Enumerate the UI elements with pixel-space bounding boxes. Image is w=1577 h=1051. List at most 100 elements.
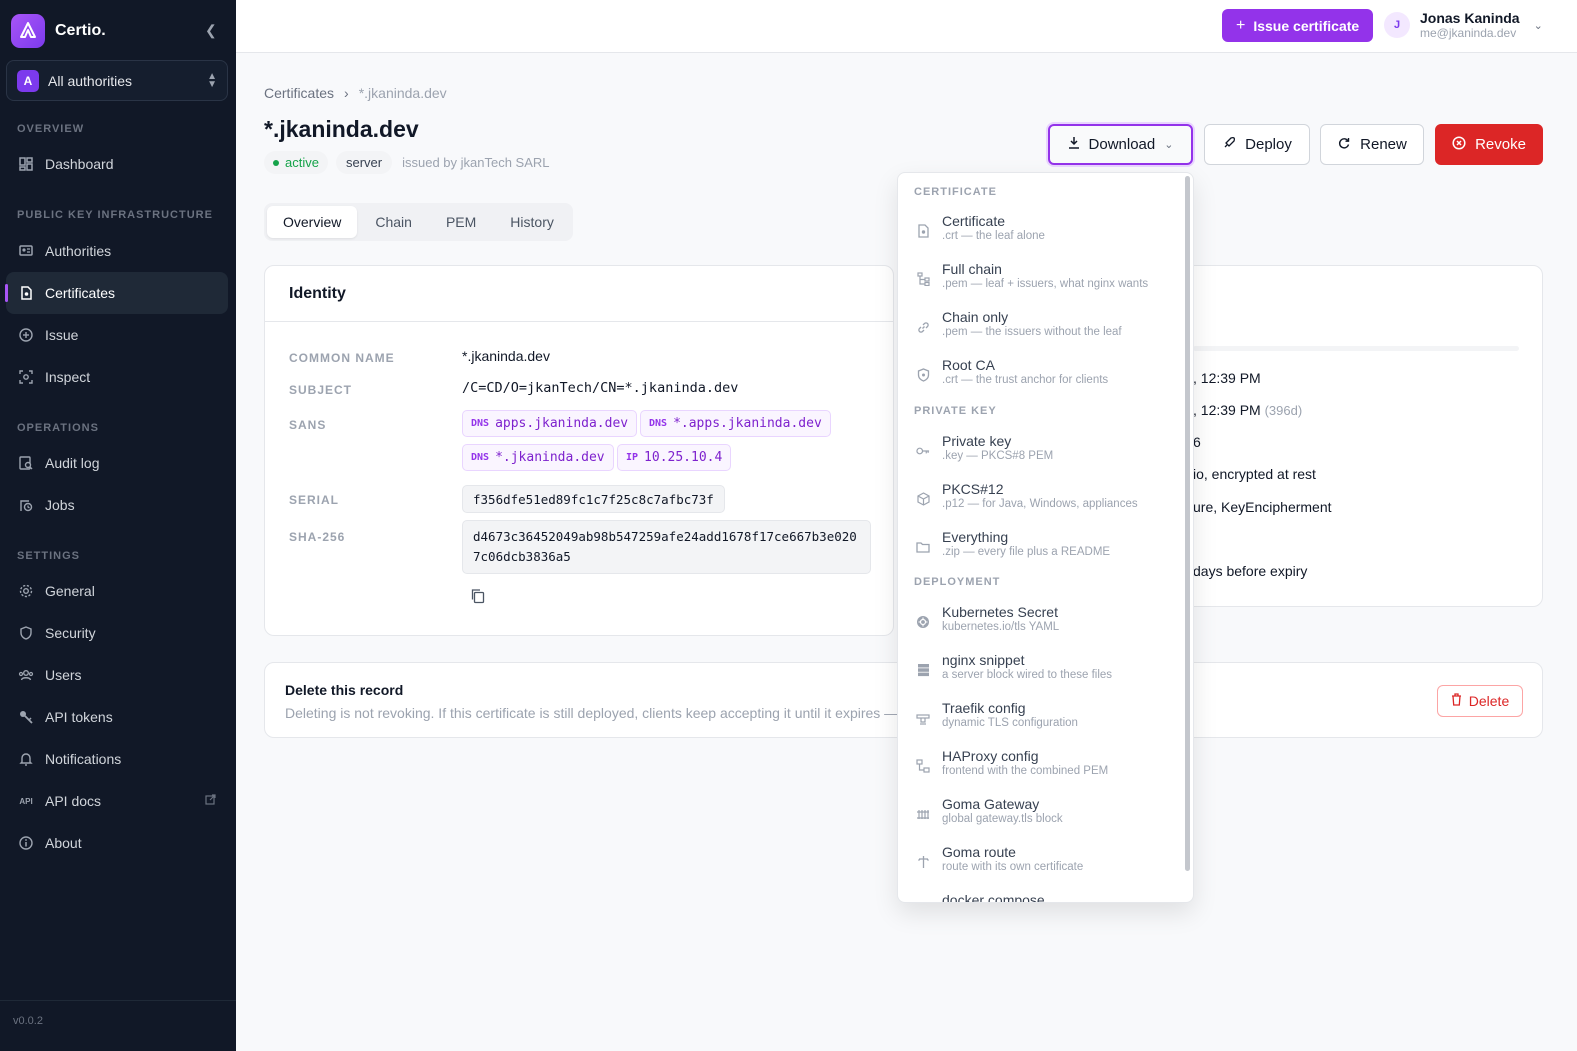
brand[interactable]: Certio. bbox=[11, 14, 106, 48]
identity-card: Identity COMMON NAME *.jkaninda.dev SUBJ… bbox=[264, 265, 894, 636]
gateway-icon bbox=[916, 807, 930, 821]
menu-item-traefik-config[interactable]: Traefik config dynamic TLS configuration bbox=[904, 698, 1181, 742]
sidebar-item-security[interactable]: Security bbox=[6, 612, 228, 654]
menu-item-root-ca[interactable]: Root CA .crt — the trust anchor for clien… bbox=[904, 355, 1181, 399]
certificate-meta: active server issued by jkanTech SARL bbox=[264, 151, 550, 174]
identity-heading: Identity bbox=[265, 266, 893, 322]
chevron-down-icon: ⌄ bbox=[1533, 19, 1543, 32]
folder-icon bbox=[916, 540, 930, 554]
bell-icon bbox=[18, 751, 34, 767]
sidebar-item-authorities[interactable]: Authorities bbox=[6, 230, 228, 272]
tab-overview[interactable]: Overview bbox=[267, 206, 358, 238]
revoke-button[interactable]: Revoke bbox=[1435, 124, 1543, 165]
package-icon bbox=[916, 492, 930, 506]
deploy-button[interactable]: Deploy bbox=[1204, 124, 1310, 165]
sidebar-item-issue[interactable]: Issue bbox=[6, 314, 228, 356]
sidebar-item-about[interactable]: About bbox=[6, 822, 228, 864]
sidebar-item-label: Issue bbox=[45, 327, 79, 343]
tab-history[interactable]: History bbox=[494, 206, 570, 238]
sidebar-item-users[interactable]: Users bbox=[6, 654, 228, 696]
sidebar-item-api-docs[interactable]: API API docs bbox=[6, 780, 228, 822]
menu-item-chain-only[interactable]: Chain only .pem — the issuers without the… bbox=[904, 307, 1181, 351]
issue-certificate-button[interactable]: + Issue certificate bbox=[1222, 9, 1374, 42]
download-label: Download bbox=[1088, 136, 1156, 153]
menu-item-goma-gateway[interactable]: Goma Gateway global gateway.tls block bbox=[904, 794, 1181, 838]
menu-item-goma-route[interactable]: Goma route route with its own certificate bbox=[904, 842, 1181, 886]
status-label: active bbox=[285, 155, 319, 170]
sha256-label: SHA-256 bbox=[289, 530, 346, 544]
subject-label: SUBJECT bbox=[289, 383, 353, 397]
renew-button[interactable]: Renew bbox=[1320, 124, 1424, 165]
delete-label: Delete bbox=[1468, 693, 1510, 709]
sidebar-item-general[interactable]: General bbox=[6, 570, 228, 612]
certificate-file-icon bbox=[916, 224, 930, 238]
sidebar-item-label: API tokens bbox=[45, 709, 113, 725]
server-icon bbox=[916, 663, 930, 677]
info-icon bbox=[18, 835, 34, 851]
menu-item-certificate[interactable]: Certificate .crt — the leaf alone bbox=[904, 211, 1181, 255]
sidebar-item-certificates[interactable]: Certificates bbox=[5, 272, 228, 314]
sidebar-item-jobs[interactable]: Jobs bbox=[6, 484, 228, 526]
menu-item-docker-compose[interactable]: docker compose bbox=[904, 890, 1181, 902]
network-icon bbox=[916, 759, 930, 773]
copy-icon[interactable] bbox=[470, 588, 486, 607]
menu-item-full-chain[interactable]: Full chain .pem — leaf + issuers, what ng… bbox=[904, 259, 1181, 303]
menu-item-kubernetes-secret[interactable]: Kubernetes Secret kubernetes.io/tls YAML bbox=[904, 602, 1181, 646]
app-version: v0.0.2 bbox=[13, 1015, 43, 1027]
tab-pem[interactable]: PEM bbox=[430, 206, 492, 238]
validity-card: , 12:39 PM , 12:39 PM (396d) 6 io, encry… bbox=[1170, 265, 1543, 607]
renew-label: Renew bbox=[1360, 136, 1407, 153]
menu-item-everything[interactable]: Everything .zip — every file plus a READM… bbox=[904, 527, 1181, 571]
breadcrumb-certificates[interactable]: Certificates bbox=[264, 85, 334, 101]
tab-chain[interactable]: Chain bbox=[359, 206, 428, 238]
inspect-icon bbox=[18, 369, 34, 385]
router-icon bbox=[916, 711, 930, 725]
sidebar-item-label: About bbox=[45, 835, 82, 851]
menu-scrollbar[interactable] bbox=[1185, 176, 1190, 871]
sidebar-item-label: Audit log bbox=[45, 455, 100, 471]
menu-section-private-key: PRIVATE KEY bbox=[914, 405, 997, 417]
collapse-sidebar-icon[interactable]: ❮ bbox=[205, 22, 217, 39]
authority-selector[interactable]: A All authorities ▲ ▼ bbox=[6, 60, 228, 101]
menu-item-haproxy-config[interactable]: HAProxy config frontend with the combined… bbox=[904, 746, 1181, 790]
gear-icon bbox=[18, 583, 34, 599]
sidebar-item-label: API docs bbox=[45, 793, 102, 809]
breadcrumb: Certificates › *.jkaninda.dev bbox=[264, 85, 447, 101]
issuer-text: issued by jkanTech SARL bbox=[402, 155, 550, 170]
sidebar-item-inspect[interactable]: Inspect bbox=[6, 356, 228, 398]
san-chip: DNS *.jkaninda.dev bbox=[462, 444, 614, 471]
menu-item-private-key[interactable]: Private key .key — PKCS#8 PEM bbox=[904, 431, 1181, 475]
sidebar-item-audit-log[interactable]: Audit log bbox=[6, 442, 228, 484]
serial-value: f356dfe51ed89fc1c7f25c8c7afbc73f bbox=[462, 485, 725, 513]
chevron-updown-icon: ▲ ▼ bbox=[207, 70, 217, 90]
download-icon bbox=[1068, 136, 1080, 153]
authority-selector-label: All authorities bbox=[48, 72, 133, 89]
chain-tree-icon bbox=[916, 272, 930, 286]
user-name: Jonas Kaninda bbox=[1420, 10, 1520, 26]
menu-item-pkcs12[interactable]: PKCS#12 .p12 — for Java, Windows, applian… bbox=[904, 479, 1181, 523]
certio-logo-icon bbox=[11, 14, 45, 48]
sidebar-item-label: Users bbox=[45, 667, 82, 683]
shield-icon bbox=[916, 368, 930, 382]
status-badge: active bbox=[264, 151, 328, 174]
delete-button[interactable]: Delete bbox=[1437, 685, 1523, 717]
sha256-value: d4673c36452049ab98b547259afe24add1678f17… bbox=[462, 520, 871, 574]
sidebar-item-dashboard[interactable]: Dashboard bbox=[6, 143, 228, 185]
revoke-label: Revoke bbox=[1475, 136, 1526, 153]
user-menu[interactable]: J Jonas Kaninda me@jkaninda.dev ⌄ bbox=[1384, 10, 1543, 40]
menu-section-certificate: CERTIFICATE bbox=[914, 186, 997, 198]
jobs-icon bbox=[18, 497, 34, 513]
topbar: + Issue certificate J Jonas Kaninda me@j… bbox=[236, 0, 1577, 53]
delete-title: Delete this record bbox=[285, 682, 404, 698]
breadcrumb-current: *.jkaninda.dev bbox=[358, 85, 447, 101]
sidebar-item-notifications[interactable]: Notifications bbox=[6, 738, 228, 780]
kubernetes-icon bbox=[916, 615, 930, 629]
menu-item-nginx-snippet[interactable]: nginx snippet a server block wired to the… bbox=[904, 650, 1181, 694]
sidebar-item-api-tokens[interactable]: API tokens bbox=[6, 696, 228, 738]
validity-line: days before expiry bbox=[1193, 563, 1308, 579]
deploy-label: Deploy bbox=[1245, 136, 1292, 153]
link-icon bbox=[916, 320, 930, 334]
download-button[interactable]: Download ⌄ bbox=[1048, 124, 1193, 165]
sidebar-item-label: Notifications bbox=[45, 751, 122, 767]
rocket-icon bbox=[1222, 136, 1236, 154]
